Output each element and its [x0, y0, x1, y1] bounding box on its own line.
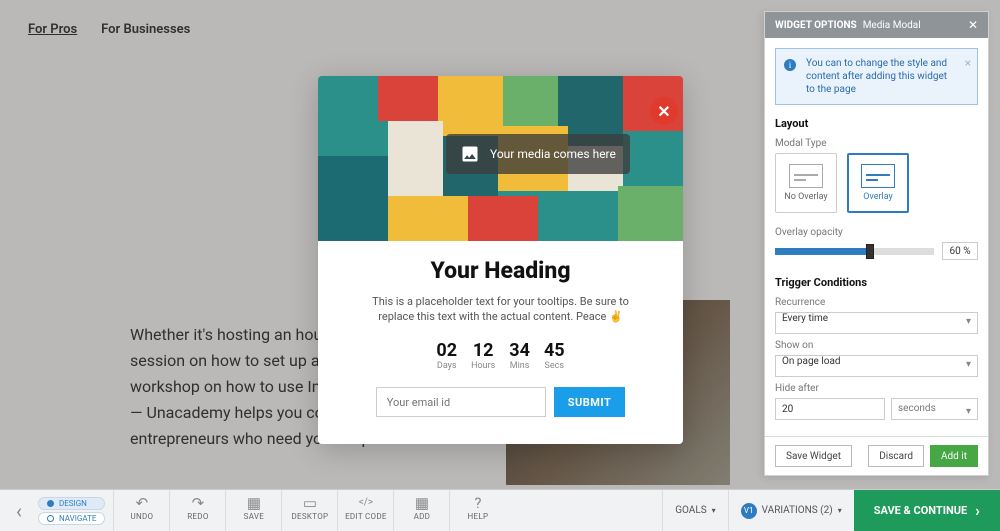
opacity-slider[interactable] [775, 248, 934, 255]
show-on-select[interactable]: On page load [775, 355, 978, 377]
tool-undo[interactable]: ↶UNDO [113, 490, 169, 531]
dismiss-info-icon[interactable]: × [965, 57, 971, 70]
tool-redo[interactable]: ↷REDO [169, 490, 225, 531]
info-banner: i You can to change the style and conten… [775, 48, 978, 105]
info-icon: i [784, 59, 796, 71]
modal-heading[interactable]: Your Heading [340, 257, 661, 284]
close-modal-button[interactable]: ✕ [650, 97, 678, 125]
countdown: 02Days 12Hours 34Mins 45Secs [340, 340, 661, 371]
option-no-overlay[interactable]: No Overlay [775, 153, 837, 213]
section-layout: Layout [775, 117, 978, 130]
editor-bottom-bar: ‹ DESIGN NAVIGATE ↶UNDO ↷REDO ▦SAVE ▭DES… [0, 489, 1000, 531]
section-trigger: Trigger Conditions [775, 276, 978, 289]
close-panel-button[interactable]: ✕ [968, 18, 978, 32]
nav-for-pros[interactable]: For Pros [28, 22, 77, 37]
tool-help[interactable]: ?HELP [449, 490, 505, 531]
mode-design[interactable]: DESIGN [38, 497, 105, 510]
save-widget-button[interactable]: Save Widget [775, 445, 852, 467]
label-hide-after: Hide after [775, 383, 978, 394]
media-modal: Your media comes here Your Heading This … [318, 76, 683, 444]
nav-for-businesses[interactable]: For Businesses [101, 22, 190, 37]
goals-menu[interactable]: GOALS▾ [662, 490, 727, 531]
widget-options-panel: WIDGET OPTIONS Media Modal ✕ i You can t… [764, 11, 989, 476]
top-nav: For Pros For Businesses [28, 22, 190, 37]
email-input[interactable] [376, 387, 546, 417]
label-recurrence: Recurrence [775, 297, 978, 308]
tool-add[interactable]: ▦ADD [393, 490, 449, 531]
tool-edit-code[interactable]: </>EDIT CODE [337, 490, 393, 531]
submit-button[interactable]: SUBMIT [554, 387, 626, 417]
hide-after-input[interactable] [775, 398, 885, 420]
modal-media-area[interactable]: Your media comes here [318, 76, 683, 241]
mode-navigate[interactable]: NAVIGATE [38, 512, 105, 525]
opacity-value[interactable]: 60 % [942, 242, 978, 260]
label-overlay-opacity: Overlay opacity [775, 227, 978, 238]
back-button[interactable]: ‹ [0, 499, 38, 523]
option-overlay[interactable]: Overlay [847, 153, 909, 213]
label-modal-type: Modal Type [775, 138, 978, 149]
label-show-on: Show on [775, 340, 978, 351]
save-continue-button[interactable]: SAVE & CONTINUE› [854, 490, 1000, 531]
recurrence-select[interactable]: Every time [775, 312, 978, 334]
media-placeholder-hint: Your media comes here [446, 134, 630, 174]
panel-header: WIDGET OPTIONS Media Modal ✕ [765, 12, 988, 38]
tool-save[interactable]: ▦SAVE [225, 490, 281, 531]
image-icon [460, 144, 480, 164]
variations-menu[interactable]: V1VARIATIONS (2)▾ [728, 490, 854, 531]
add-it-button[interactable]: Add it [930, 445, 978, 467]
modal-placeholder-text[interactable]: This is a placeholder text for your tool… [354, 294, 647, 324]
hide-after-unit[interactable]: seconds [891, 398, 978, 420]
tool-desktop[interactable]: ▭DESKTOP [281, 490, 337, 531]
discard-button[interactable]: Discard [868, 445, 924, 467]
